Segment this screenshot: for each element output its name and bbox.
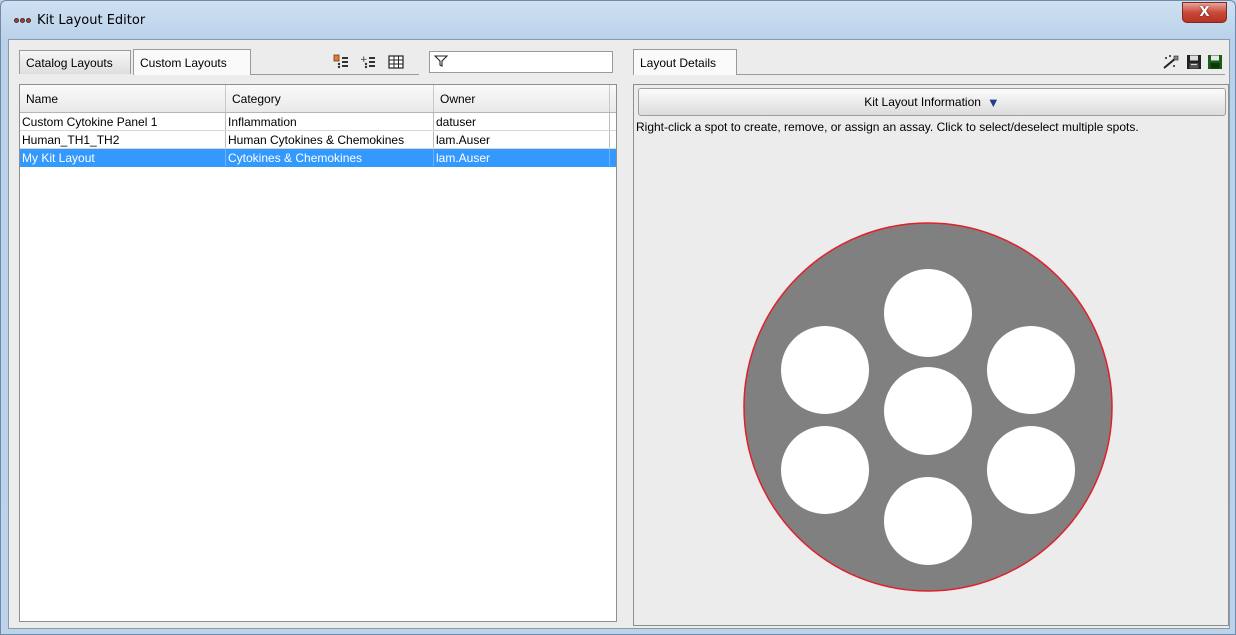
column-header-name[interactable]: Name: [20, 85, 226, 112]
window-title: Kit Layout Editor: [37, 12, 146, 28]
layouts-panel: Catalog Layouts Custom Layouts + Name Ca…: [9, 40, 623, 628]
app-icon: [13, 13, 31, 27]
tab-label: Custom Layouts: [140, 55, 227, 70]
cell-owner: lam.Auser: [434, 131, 610, 148]
table-view-icon[interactable]: [386, 53, 406, 71]
kit-plate-diagram: [743, 222, 1113, 592]
cell-category: Inflammation: [226, 113, 434, 130]
layout-details-panel: Layout Details Kit Layout Information ▼ …: [629, 40, 1229, 628]
tab-underline: [251, 74, 419, 75]
chevron-down-icon: ▼: [986, 94, 1000, 110]
client-area: Catalog Layouts Custom Layouts + Name Ca…: [8, 39, 1230, 629]
filter-input[interactable]: [429, 51, 613, 73]
table-header: Name Category Owner: [20, 85, 616, 113]
column-header-category[interactable]: Category: [226, 85, 434, 112]
table-row[interactable]: Human_TH1_TH2 Human Cytokines & Chemokin…: [20, 131, 616, 149]
new-layout-icon[interactable]: [332, 53, 352, 71]
kit-layout-information-button[interactable]: Kit Layout Information ▼: [638, 88, 1226, 116]
copy-layout-icon[interactable]: +: [359, 53, 379, 71]
cell-name: Custom Cytokine Panel 1: [20, 113, 226, 130]
table-row-selected[interactable]: My Kit Layout Cytokines & Chemokines lam…: [20, 149, 616, 167]
cell-category: Human Cytokines & Chemokines: [226, 131, 434, 148]
tab-underline: [737, 74, 1225, 75]
tab-custom-layouts[interactable]: Custom Layouts: [133, 49, 251, 75]
table-row[interactable]: Custom Cytokine Panel 1 Inflammation dat…: [20, 113, 616, 131]
cell-category: Cytokines & Chemokines: [226, 149, 434, 166]
spot-7[interactable]: [884, 477, 972, 565]
app-window: Kit Layout Editor X Catalog Layouts Cust…: [0, 0, 1236, 635]
tab-layout-details[interactable]: Layout Details: [633, 49, 737, 75]
spot-6[interactable]: [987, 426, 1075, 514]
funnel-icon: [433, 54, 449, 70]
spot-3[interactable]: [987, 326, 1075, 414]
tab-catalog-layouts[interactable]: Catalog Layouts: [19, 50, 131, 74]
close-button[interactable]: X: [1182, 2, 1227, 23]
spot-4[interactable]: [884, 367, 972, 455]
cell-owner: lam.Auser: [434, 149, 610, 166]
kit-layout-information-label: Kit Layout Information: [864, 95, 981, 109]
save-as-icon[interactable]: [1184, 53, 1204, 71]
spot-1[interactable]: [884, 269, 972, 357]
cell-name: My Kit Layout: [20, 149, 226, 166]
spot-5[interactable]: [781, 426, 869, 514]
cell-name: Human_TH1_TH2: [20, 131, 226, 148]
layout-details-content: Kit Layout Information ▼ Right-click a s…: [633, 84, 1229, 626]
layouts-table: Name Category Owner Custom Cytokine Pane…: [19, 84, 617, 622]
save-icon[interactable]: [1205, 53, 1225, 71]
spot-2[interactable]: [781, 326, 869, 414]
title-bar: Kit Layout Editor X: [1, 1, 1235, 39]
assign-assay-icon[interactable]: [1161, 53, 1181, 71]
column-header-owner[interactable]: Owner: [434, 85, 610, 112]
cell-owner: datuser: [434, 113, 610, 130]
tab-label: Catalog Layouts: [26, 55, 113, 70]
instruction-text: Right-click a spot to create, remove, or…: [636, 120, 1139, 134]
tab-label: Layout Details: [640, 55, 717, 70]
